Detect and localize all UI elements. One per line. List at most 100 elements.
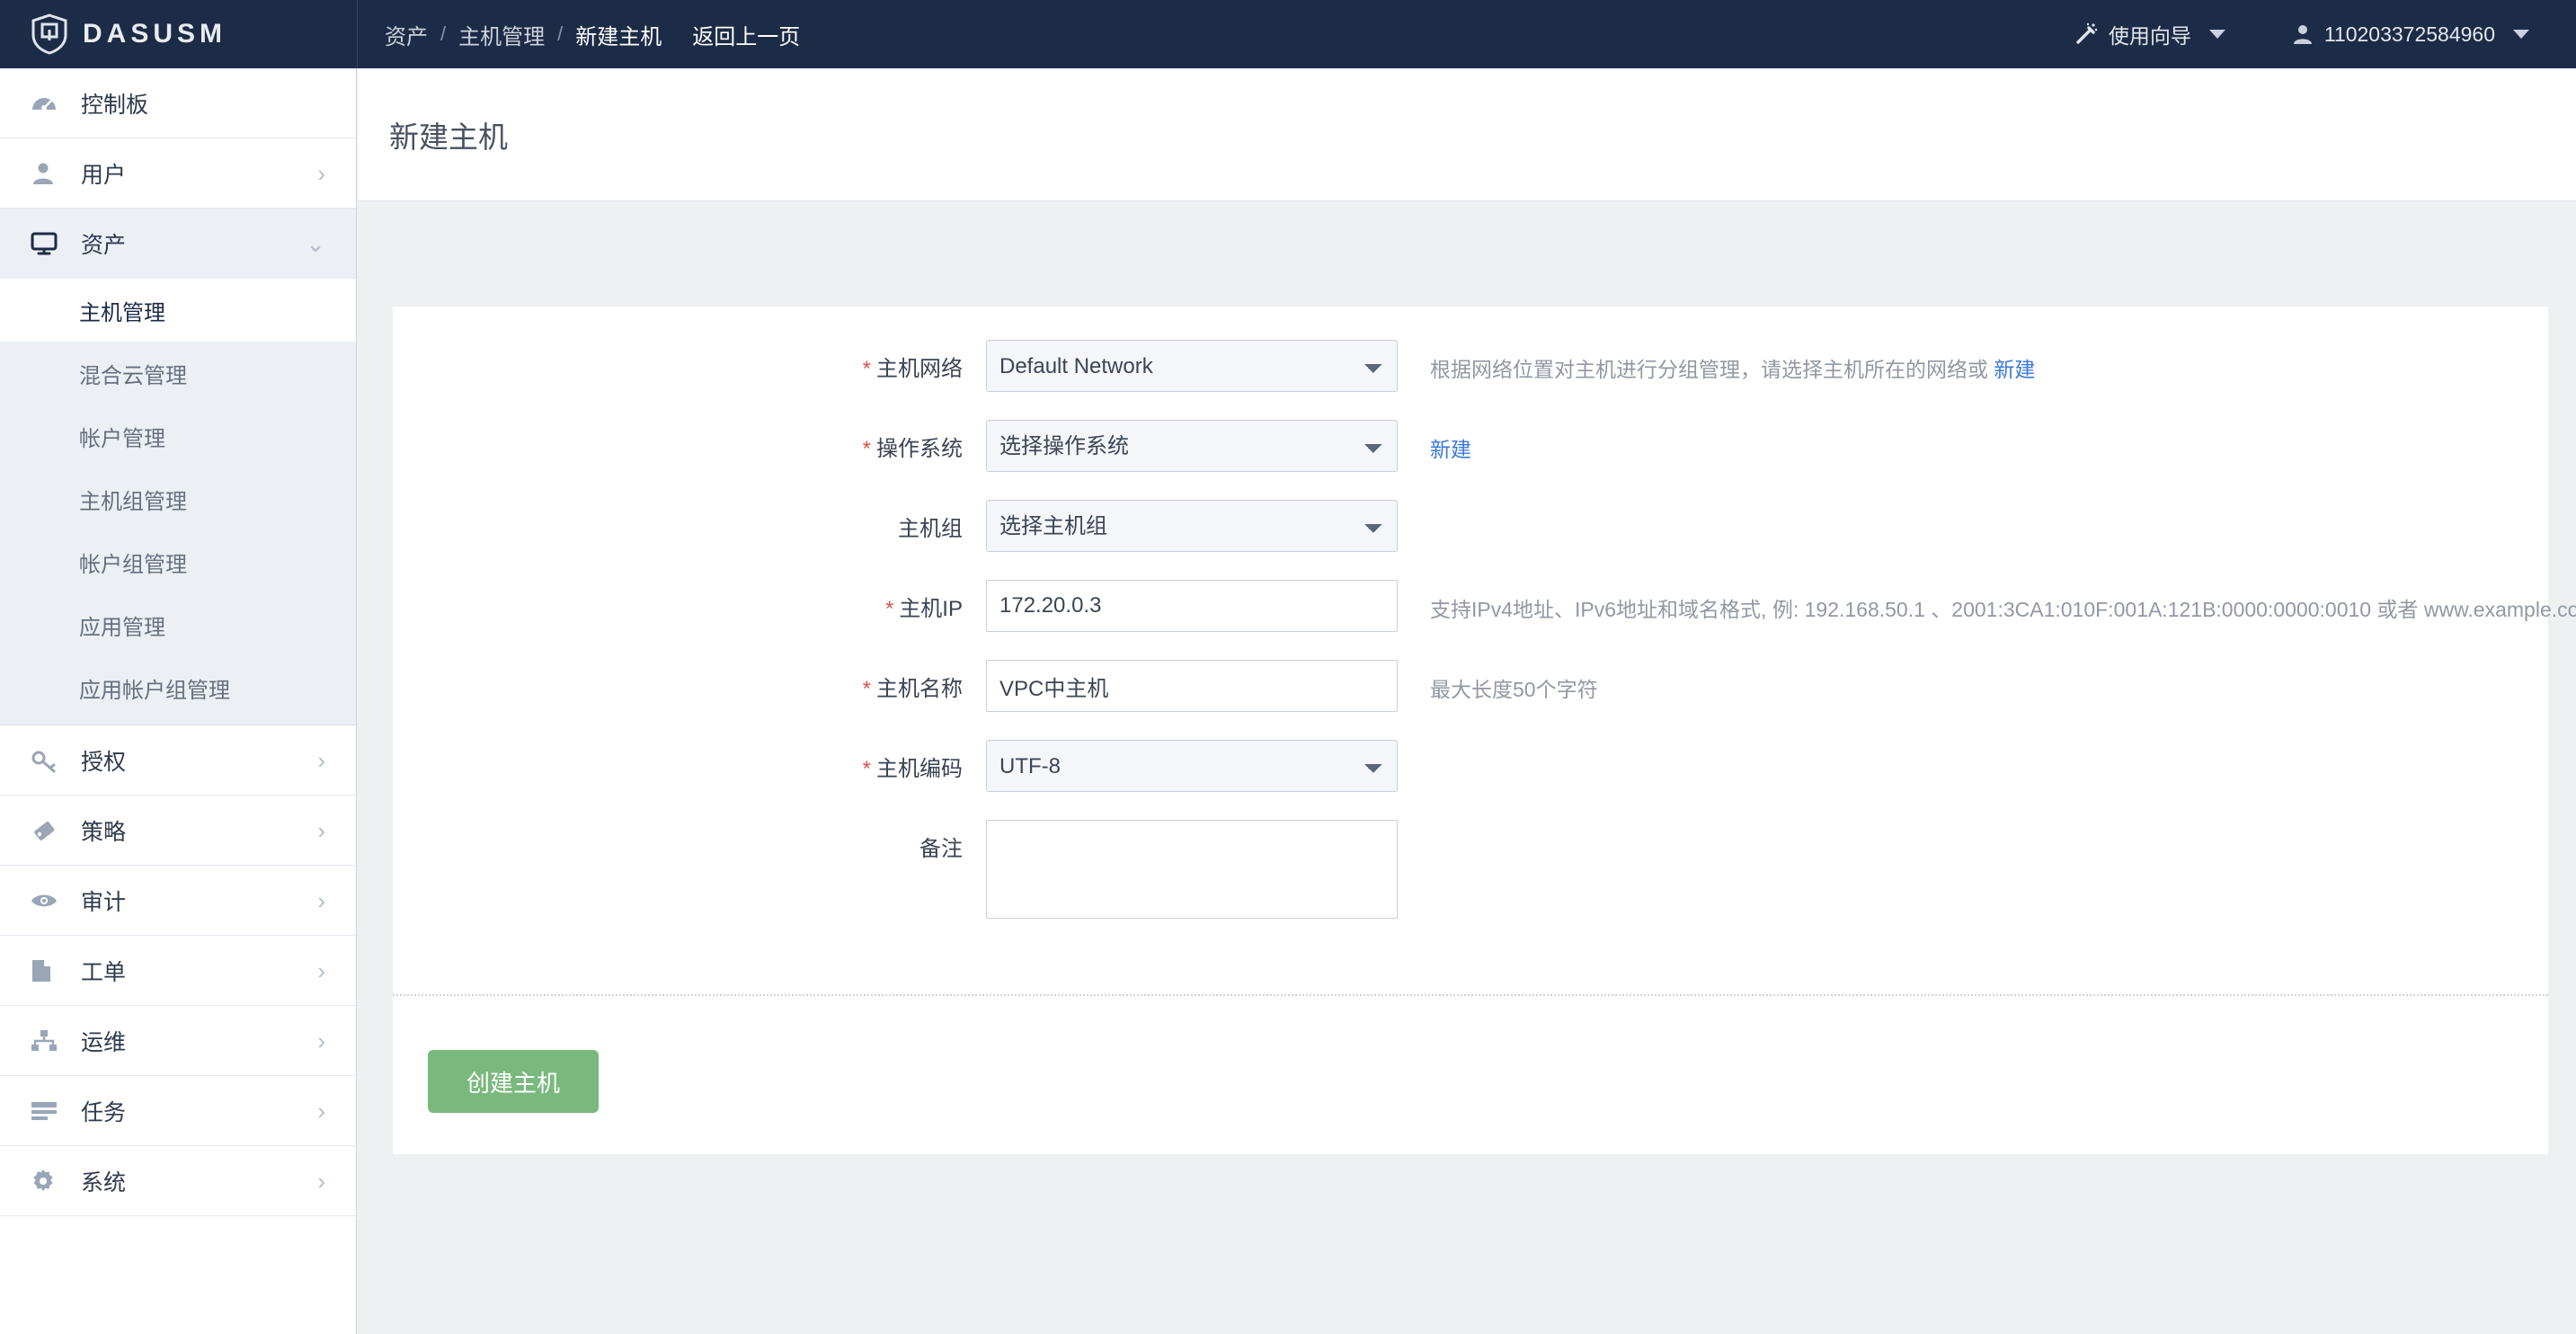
field-operating-system: 选择操作系统 bbox=[986, 420, 1398, 472]
key-icon bbox=[31, 748, 67, 773]
user-icon bbox=[31, 161, 67, 186]
breadcrumb-item-new-host[interactable]: 新建主机 bbox=[575, 19, 662, 50]
remark-textarea[interactable] bbox=[986, 820, 1398, 919]
form-row-host-ip: *主机IP 支持IPv4地址、IPv6地址和域名格式, 例: 192.168.5… bbox=[393, 580, 2548, 634]
sidebar-item-label: 用户 bbox=[81, 157, 126, 190]
operating-system-select[interactable]: 选择操作系统 bbox=[986, 420, 1398, 472]
back-link[interactable]: 返回上一页 bbox=[692, 19, 800, 50]
eye-icon bbox=[31, 891, 67, 911]
host-name-input[interactable] bbox=[986, 660, 1398, 712]
usage-wizard-label: 使用向导 bbox=[2109, 19, 2191, 49]
field-host-encoding: UTF-8 bbox=[986, 740, 1398, 792]
field-host-network: Default Network bbox=[986, 340, 1398, 392]
sidebar-item-label: 系统 bbox=[81, 1165, 126, 1197]
new-host-form: *主机网络 Default Network 根据网络位置对主机进行分组管理，请选… bbox=[393, 307, 2548, 923]
required-marker: * bbox=[863, 437, 871, 461]
sidebar-group-assets: 资产 ⌄ 主机管理 混合云管理 帐户管理 主机组管理 帐户组管理 应用管理 bbox=[0, 209, 356, 725]
label-text: 主机组 bbox=[898, 517, 963, 541]
hint-host-network: 根据网络位置对主机进行分组管理，请选择主机所在的网络或 新建 bbox=[1430, 340, 2035, 383]
label-text: 主机编码 bbox=[876, 757, 963, 781]
breadcrumb-separator: / bbox=[440, 22, 446, 46]
sidebar-item-label: 工单 bbox=[81, 955, 126, 987]
breadcrumb: 资产 / 主机管理 / 新建主机 返回上一页 bbox=[358, 19, 800, 50]
form-divider bbox=[393, 994, 2548, 996]
sidebar-item-assets[interactable]: 资产 ⌄ bbox=[0, 209, 356, 279]
sidebar-item-account-group-management[interactable]: 帐户组管理 bbox=[0, 530, 356, 593]
host-group-select[interactable]: 选择主机组 bbox=[986, 500, 1398, 552]
sitemap-icon bbox=[31, 1029, 67, 1053]
create-os-link[interactable]: 新建 bbox=[1430, 420, 1471, 463]
sidebar-item-hybrid-cloud-management[interactable]: 混合云管理 bbox=[0, 342, 356, 405]
required-marker: * bbox=[863, 757, 871, 781]
label-text: 操作系统 bbox=[876, 437, 963, 461]
breadcrumb-item-host-management[interactable]: 主机管理 bbox=[458, 19, 545, 50]
form-row-host-encoding: *主机编码 UTF-8 bbox=[393, 740, 2548, 794]
create-network-link[interactable]: 新建 bbox=[1994, 358, 2035, 381]
gear-icon bbox=[31, 1169, 67, 1194]
chevron-right-icon: › bbox=[317, 1099, 325, 1123]
sidebar-item-policy[interactable]: 策略 › bbox=[0, 796, 356, 866]
field-host-group: 选择主机组 bbox=[986, 500, 1398, 552]
create-host-button[interactable]: 创建主机 bbox=[428, 1050, 599, 1113]
user-icon bbox=[2292, 23, 2314, 45]
sidebar-subitem-label: 主机组管理 bbox=[79, 484, 187, 515]
user-account-menu[interactable]: 110203372584960 bbox=[2279, 0, 2542, 68]
form-row-host-group: 主机组 选择主机组 bbox=[393, 500, 2548, 554]
sidebar-item-work-order[interactable]: 工单 › bbox=[0, 936, 356, 1006]
brand-name: DASUSM bbox=[83, 19, 227, 49]
field-remark bbox=[986, 820, 1398, 923]
tag-icon bbox=[31, 818, 67, 843]
label-host-encoding: *主机编码 bbox=[393, 740, 986, 782]
sidebar-item-application-management[interactable]: 应用管理 bbox=[0, 593, 356, 656]
sidebar-subitem-label: 混合云管理 bbox=[79, 358, 187, 389]
form-row-operating-system: *操作系统 选择操作系统 新建 bbox=[393, 420, 2548, 474]
chevron-right-icon: › bbox=[317, 162, 325, 185]
sidebar-item-label: 任务 bbox=[81, 1095, 126, 1127]
chevron-right-icon: › bbox=[317, 959, 325, 983]
sidebar-item-dashboard[interactable]: 控制板 bbox=[0, 68, 356, 138]
sidebar-item-audit[interactable]: 审计 › bbox=[0, 866, 356, 936]
user-account-label: 110203372584960 bbox=[2324, 22, 2495, 47]
sidebar-item-operations[interactable]: 运维 › bbox=[0, 1006, 356, 1076]
field-host-name bbox=[986, 660, 1398, 712]
chevron-right-icon: › bbox=[317, 749, 325, 772]
usage-wizard-menu[interactable]: 使用向导 bbox=[2062, 0, 2238, 68]
label-host-name: *主机名称 bbox=[393, 660, 986, 702]
form-row-host-network: *主机网络 Default Network 根据网络位置对主机进行分组管理，请选… bbox=[393, 340, 2548, 394]
sidebar-subitem-label: 应用管理 bbox=[79, 609, 165, 641]
header-right-controls: 使用向导 110203372584960 bbox=[2062, 0, 2576, 68]
host-network-select[interactable]: Default Network bbox=[986, 340, 1398, 392]
brand-logo[interactable]: DASUSM bbox=[0, 0, 357, 68]
hint-host-ip: 支持IPv4地址、IPv6地址和域名格式, 例: 192.168.50.1 、2… bbox=[1430, 580, 2576, 623]
sidebar-item-users[interactable]: 用户 › bbox=[0, 138, 356, 209]
hint-host-name: 最大长度50个字符 bbox=[1430, 660, 1598, 703]
sidebar-item-authorization[interactable]: 授权 › bbox=[0, 725, 356, 796]
label-remark: 备注 bbox=[393, 820, 986, 862]
sidebar-item-tasks[interactable]: 任务 › bbox=[0, 1076, 356, 1146]
hint-text: 根据网络位置对主机进行分组管理，请选择主机所在的网络或 bbox=[1430, 358, 1988, 381]
sidebar-navigation: 控制板 用户 › 资产 ⌄ 主机管理 bbox=[0, 68, 357, 1334]
label-operating-system: *操作系统 bbox=[393, 420, 986, 462]
magic-wand-icon bbox=[2074, 22, 2098, 46]
monitor-icon bbox=[31, 231, 67, 256]
sidebar-item-host-group-management[interactable]: 主机组管理 bbox=[0, 467, 356, 530]
sidebar-item-account-management[interactable]: 帐户管理 bbox=[0, 405, 356, 467]
label-text: 主机名称 bbox=[876, 677, 963, 701]
sidebar-item-application-account-group-management[interactable]: 应用帐户组管理 bbox=[0, 656, 356, 719]
form-row-remark: 备注 bbox=[393, 820, 2548, 923]
sidebar-item-host-management[interactable]: 主机管理 bbox=[0, 279, 356, 342]
top-header-bar: DASUSM 资产 / 主机管理 / 新建主机 返回上一页 使用向导 bbox=[0, 0, 2576, 68]
label-host-network: *主机网络 bbox=[393, 340, 986, 382]
chevron-down-icon: ⌄ bbox=[306, 232, 325, 255]
sidebar-item-label: 运维 bbox=[81, 1025, 126, 1057]
host-ip-input[interactable] bbox=[986, 580, 1398, 632]
shield-icon bbox=[31, 13, 68, 55]
host-encoding-select[interactable]: UTF-8 bbox=[986, 740, 1398, 792]
breadcrumb-separator: / bbox=[557, 22, 563, 46]
main-content: 新建主机 *主机网络 Default Network 根据网络位置对主机进行分组… bbox=[358, 68, 2576, 1334]
breadcrumb-item-assets[interactable]: 资产 bbox=[385, 19, 428, 50]
sidebar-item-system[interactable]: 系统 › bbox=[0, 1146, 356, 1216]
sidebar-subitem-label: 帐户组管理 bbox=[79, 547, 187, 578]
chevron-right-icon: › bbox=[317, 1169, 325, 1193]
tasks-icon bbox=[31, 1100, 67, 1122]
